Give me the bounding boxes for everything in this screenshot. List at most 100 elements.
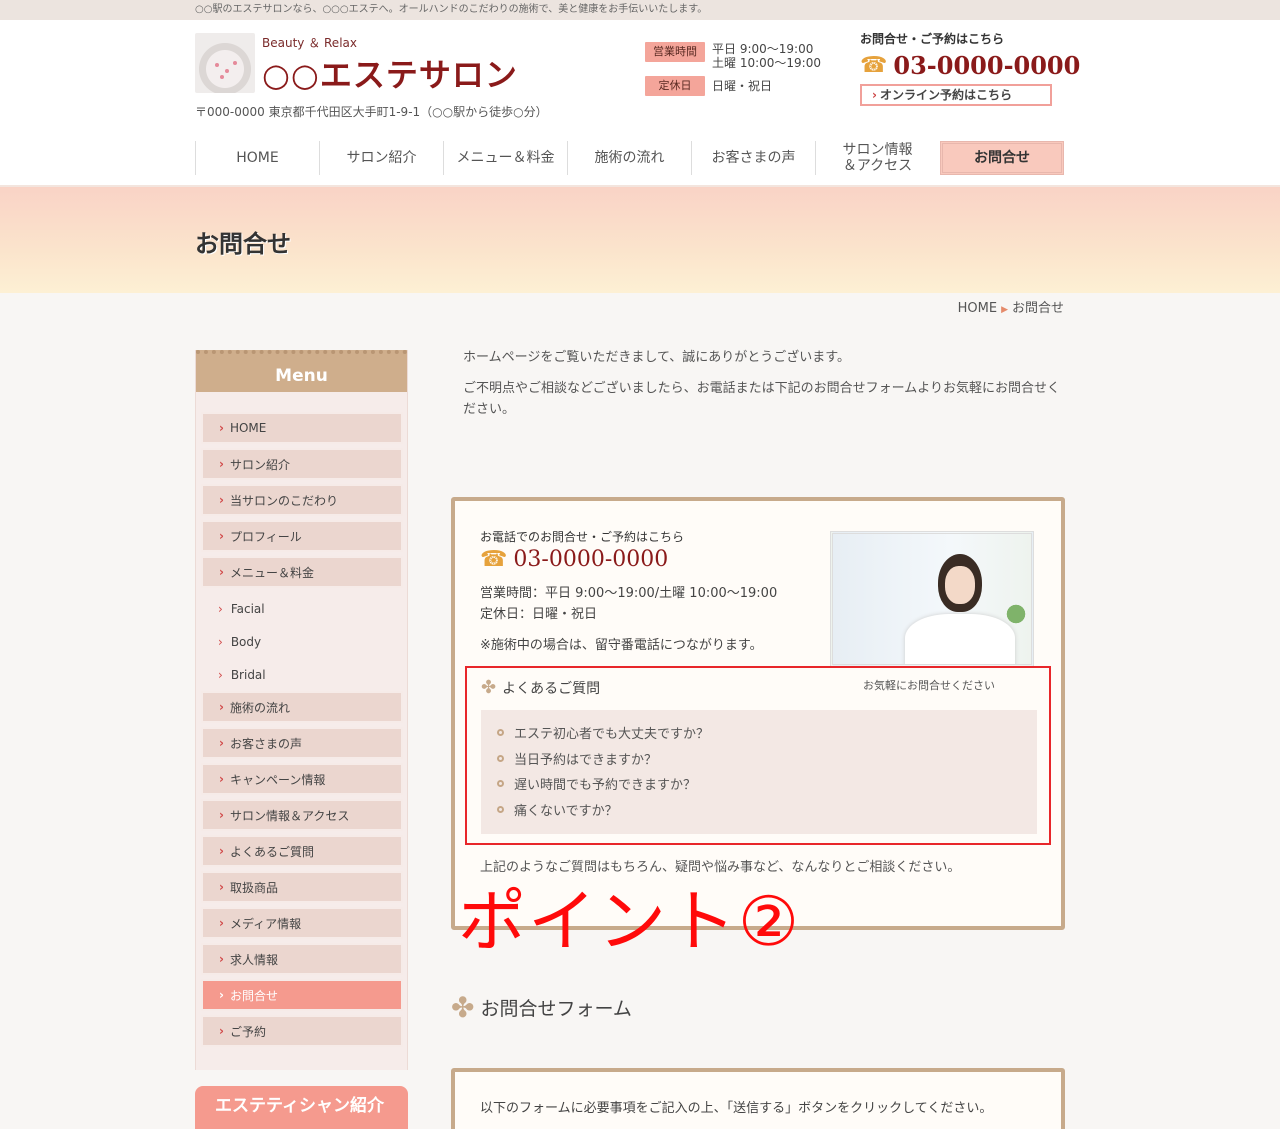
- sidebar-item-contact[interactable]: › お問合せ: [201, 979, 403, 1011]
- nav-menu[interactable]: メニュー＆料金: [443, 141, 567, 175]
- online-booking-button[interactable]: › オンライン予約はこちら: [860, 84, 1052, 106]
- salon-address: 〒000-0000 東京都千代田区大手町1-9-1（○○駅から徒歩○分）: [195, 105, 548, 119]
- bullet-icon: [497, 754, 504, 762]
- chevron-right-icon: ›: [872, 88, 877, 102]
- sidebar-menu: Menu › HOME › サロン紹介 › 当サロンのこだわり › プロフィール › メニ…: [195, 350, 408, 1070]
- site-tagline: Beauty ＆ Relax: [262, 36, 357, 50]
- sidebar-item-profile[interactable]: › プロフィール: [201, 520, 403, 552]
- chevron-right-icon: ›: [219, 808, 224, 822]
- sidebar-item-faq[interactable]: › よくあるご質問: [201, 835, 403, 867]
- chevron-right-icon: ›: [218, 601, 223, 616]
- nav-voice[interactable]: お客さまの声: [691, 141, 815, 175]
- sidebar-item-voice[interactable]: › お客さまの声: [201, 727, 403, 759]
- business-hours: 営業時間 平日 9:00〜19:00 土曜 10:00〜19:00 定休日 日曜…: [645, 42, 821, 102]
- sidebar-item-home[interactable]: › HOME: [201, 412, 403, 444]
- sidebar-item-label: お客さまの声: [229, 736, 302, 751]
- form-heading-text: お問合せフォーム: [480, 998, 632, 1020]
- faq-item[interactable]: 遅い時間でも予約できますか？: [497, 771, 1037, 797]
- header-phone[interactable]: ☎ 03-0000-0000: [860, 51, 1080, 80]
- site-title-link[interactable]: ○○エステサロン: [262, 50, 518, 96]
- sidebar-subitem-bridal[interactable]: › Bridal: [196, 658, 407, 691]
- sidebar-item-access[interactable]: › サロン情報＆アクセス: [201, 799, 403, 831]
- breadcrumb-home[interactable]: HOME: [958, 301, 997, 316]
- nav-access[interactable]: サロン情報 ＆アクセス: [815, 141, 939, 175]
- sidebar-item-flow[interactable]: › 施術の流れ: [201, 691, 403, 723]
- flower-icon: ✤: [481, 677, 497, 698]
- sidebar-item-label: サロン紹介: [229, 457, 290, 472]
- faq-list: エステ初心者でも大丈夫ですか？ 当日予約はできますか？ 遅い時間でも予約できます…: [481, 710, 1037, 834]
- chevron-right-icon: ›: [219, 700, 224, 714]
- online-booking-label: オンライン予約はこちら: [879, 88, 1012, 102]
- faq-item[interactable]: 痛くないですか？: [497, 797, 1037, 823]
- hours-weekday: 平日 9:00〜19:00: [712, 42, 814, 56]
- chevron-right-icon: ›: [218, 667, 223, 682]
- sidebar-item-reserve[interactable]: › ご予約: [201, 1015, 403, 1047]
- contact-title: お問合せ・ご予約はこちら: [860, 32, 1005, 46]
- form-heading: ✤ お問合せフォーム: [451, 991, 632, 1024]
- faq-title: ✤ よくあるご質問: [481, 677, 600, 698]
- breadcrumb: HOME ▶ お問合せ: [958, 297, 1064, 316]
- nav-salon[interactable]: サロン紹介: [319, 141, 443, 175]
- chevron-right-icon: ›: [219, 565, 224, 579]
- staff-on-phone-photo: [830, 531, 1034, 667]
- closed-days: 日曜・祝日: [712, 79, 773, 93]
- sidebar-subitem-label: Facial: [230, 601, 265, 616]
- sidebar-item-label: サロン情報＆アクセス: [229, 808, 350, 823]
- sidebar-item-products[interactable]: › 取扱商品: [201, 871, 403, 903]
- nav-contact[interactable]: お問合せ: [940, 141, 1064, 175]
- triangle-right-icon: ▶: [1001, 305, 1008, 315]
- sidebar-item-campaign[interactable]: › キャンペーン情報: [201, 763, 403, 795]
- sidebar-item-recruit[interactable]: › 求人情報: [201, 943, 403, 975]
- chevron-right-icon: ›: [218, 634, 223, 649]
- sidebar-subitem-label: Bridal: [230, 667, 266, 682]
- sidebar-item-label: キャンペーン情報: [229, 772, 326, 787]
- sidebar-subitem-facial[interactable]: › Facial: [196, 592, 407, 625]
- top-announcement-bar: ○○駅のエステサロンなら、○○○エステへ。オールハンドのこだわりの施術で、美と健…: [0, 0, 1280, 20]
- nav-flow[interactable]: 施術の流れ: [567, 141, 691, 175]
- sidebar-subitem-body[interactable]: › Body: [196, 625, 407, 658]
- faq-item[interactable]: 当日予約はできますか？: [497, 746, 1037, 772]
- chevron-right-icon: ›: [219, 493, 224, 507]
- faq-highlight-box: ✤ よくあるご質問 お気軽にお問合せください エステ初心者でも大丈夫ですか？ 当…: [465, 666, 1051, 845]
- faq-title-text: よくあるご質問: [502, 680, 601, 697]
- logo-image[interactable]: [195, 33, 255, 93]
- phone-icon: ☎: [480, 547, 508, 572]
- sidebar-item-label: 求人情報: [229, 952, 278, 967]
- intro-text: ホームページをご覧いただきまして、誠にありがとうございます。 ご不明点やご相談な…: [463, 347, 1063, 430]
- faq-item[interactable]: エステ初心者でも大丈夫ですか？: [497, 720, 1037, 746]
- site-header: Beauty ＆ Relax ○○エステサロン 〒000-0000 東京都千代田…: [0, 20, 1280, 185]
- bullet-icon: [497, 729, 504, 737]
- sidebar-heading: Menu: [196, 350, 407, 392]
- card-phone[interactable]: ☎ 03-0000-0000: [480, 547, 668, 572]
- sidebar-item-salon[interactable]: › サロン紹介: [201, 448, 403, 480]
- chevron-right-icon: ›: [219, 421, 224, 435]
- global-nav: HOME サロン紹介 メニュー＆料金 施術の流れ お客さまの声 サロン情報 ＆ア…: [195, 141, 1064, 175]
- flower-icon: ✤: [451, 991, 475, 1024]
- intro-paragraph-2: ご不明点やご相談などございましたら、お電話または下記のお問合せフォームよりお気軽…: [463, 381, 1060, 417]
- chevron-right-icon: ›: [219, 529, 224, 543]
- phone-contact-card: お電話でのお問合せ・ご予約はこちら ☎ 03-0000-0000 営業時間：平日…: [451, 497, 1065, 962]
- sidebar-item-label: ご予約: [229, 1024, 266, 1039]
- nav-home[interactable]: HOME: [195, 141, 319, 175]
- hours-saturday: 土曜 10:00〜19:00: [712, 56, 821, 70]
- card-label: お電話でのお問合せ・ご予約はこちら: [480, 530, 685, 544]
- sidebar-item-media[interactable]: › メディア情報: [201, 907, 403, 939]
- breadcrumb-current: お問合せ: [1011, 301, 1064, 316]
- bullet-icon: [497, 780, 504, 788]
- sidebar-item-commitment[interactable]: › 当サロンのこだわり: [201, 484, 403, 516]
- chevron-right-icon: ›: [219, 844, 224, 858]
- chevron-right-icon: ›: [219, 736, 224, 750]
- sidebar-item-label: HOME: [229, 421, 267, 435]
- sidebar-item-label: お問合せ: [229, 988, 278, 1003]
- sidebar-item-label: 当サロンのこだわり: [229, 493, 338, 508]
- sidebar-item-label: メニュー＆料金: [229, 565, 314, 580]
- faq-item-text: 遅い時間でも予約できますか？: [514, 778, 697, 794]
- sidebar-item-label: メディア情報: [229, 916, 302, 931]
- page-title: お問合せ: [195, 230, 291, 258]
- intro-paragraph-1: ホームページをご覧いただきまして、誠にありがとうございます。: [463, 350, 851, 365]
- sidebar-item-menu[interactable]: › メニュー＆料金: [201, 556, 403, 588]
- sidebar-item-label: よくあるご質問: [229, 844, 314, 859]
- sidebar-item-label: 施術の流れ: [229, 700, 290, 715]
- sidebar-item-label: プロフィール: [229, 529, 302, 544]
- faq-item-text: エステ初心者でも大丈夫ですか？: [514, 727, 710, 743]
